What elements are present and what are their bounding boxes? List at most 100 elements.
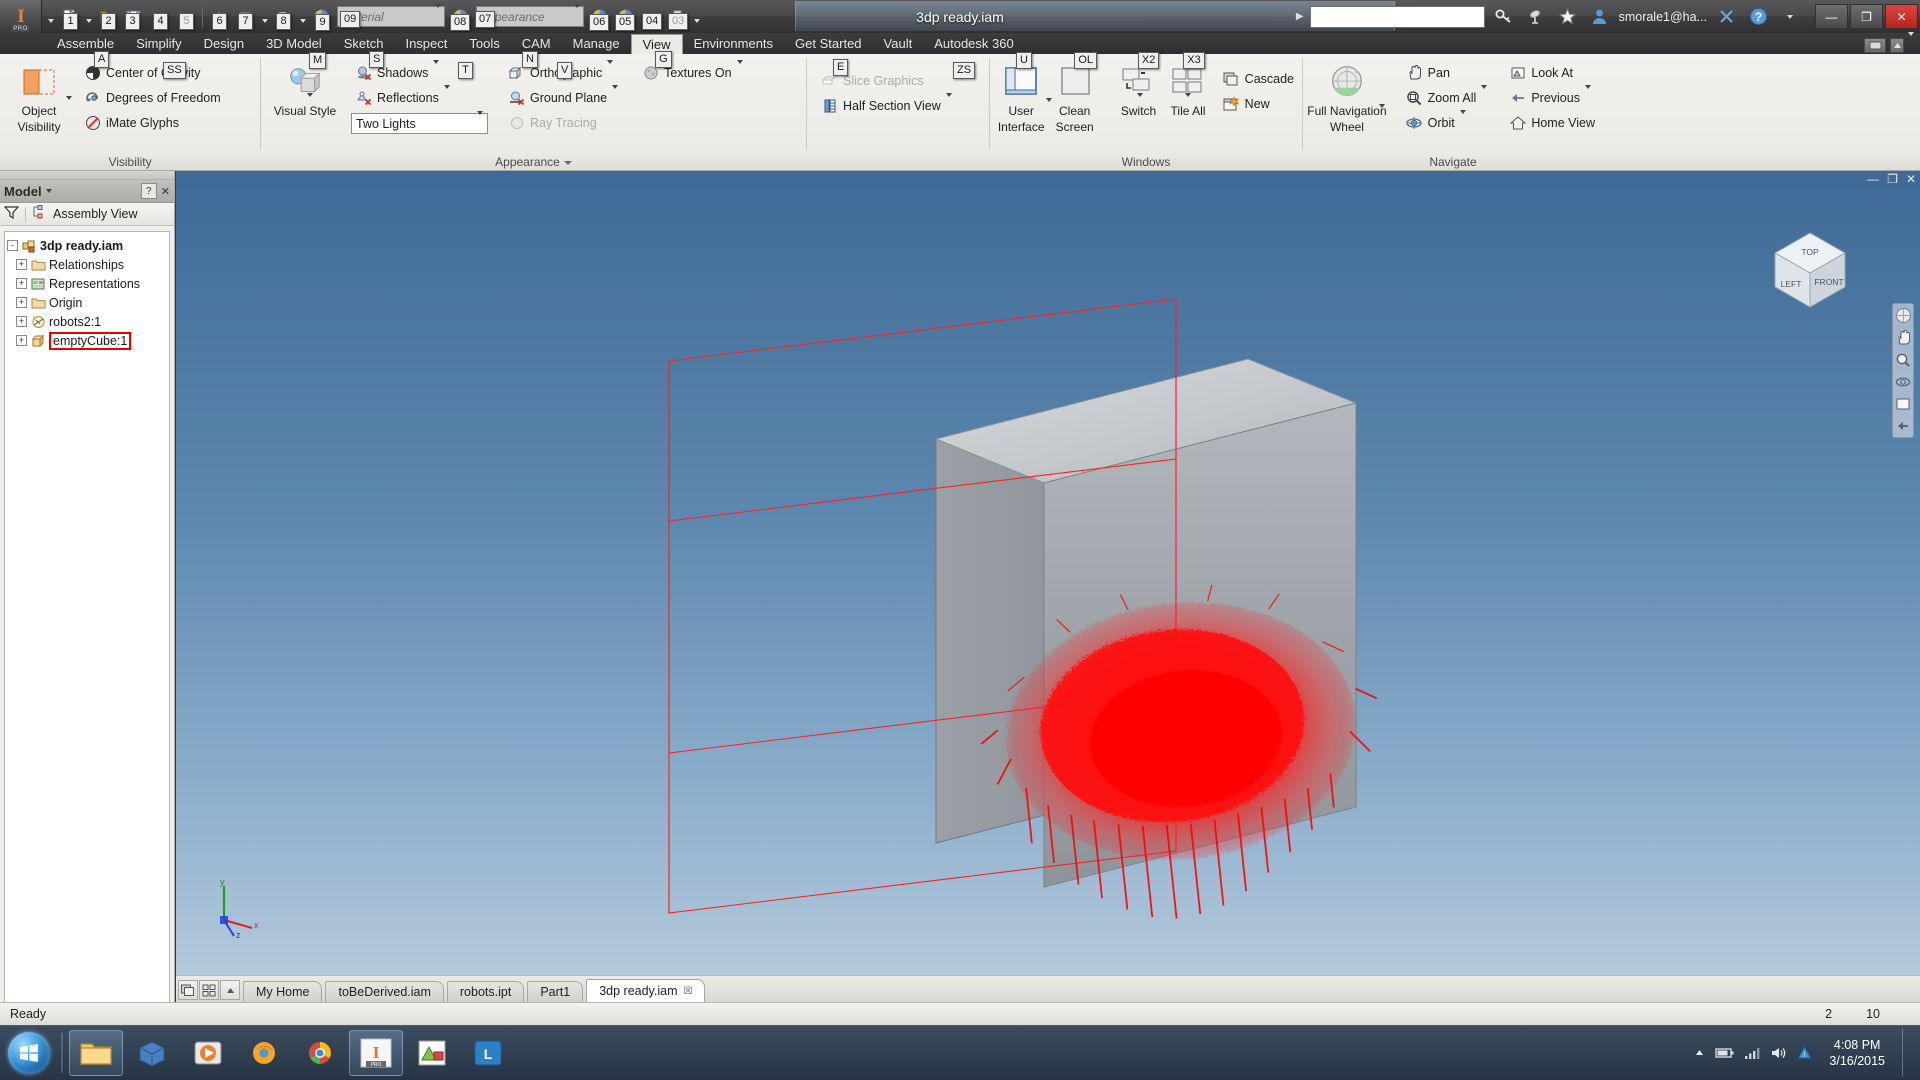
assembly-view-icon[interactable] <box>32 204 47 224</box>
tab-manage[interactable]: Manage <box>562 34 631 54</box>
communication-center-icon[interactable] <box>1523 4 1549 30</box>
orbit-button[interactable]: Orbit <box>1402 109 1492 134</box>
tab-inspect[interactable]: Inspect <box>394 34 458 54</box>
qat-undo-button[interactable]: 4 <box>147 4 172 30</box>
tab-simplify[interactable]: Simplify <box>125 34 193 54</box>
taskbar-item-inventor-professional[interactable]: I PRO <box>349 1030 403 1076</box>
doc-scroll-up-button[interactable] <box>220 980 240 1000</box>
nav-zoom-icon[interactable] <box>1894 351 1912 368</box>
network-icon[interactable] <box>1744 1046 1761 1060</box>
user-dropdown-icon[interactable] <box>1713 4 1739 30</box>
logo-dropdown-caret[interactable] <box>45 4 56 30</box>
taskbar-item-inventor-viewer[interactable] <box>125 1030 179 1076</box>
ground-plane-caret[interactable] <box>612 84 619 107</box>
tab-design[interactable]: Design <box>193 34 255 54</box>
textures-on-caret[interactable] <box>736 59 743 82</box>
ribbon-collapse-button[interactable] <box>1890 37 1904 53</box>
reflections-button[interactable]: Reflections <box>351 84 488 109</box>
maximize-button[interactable]: ❐ <box>1850 4 1883 29</box>
doc-tab-my-home[interactable]: My Home <box>243 981 323 1002</box>
pan-button[interactable]: Pan <box>1402 61 1492 84</box>
zoom-all-caret[interactable] <box>1481 84 1488 107</box>
imate-glyphs-button[interactable]: iMate Glyphs <box>80 111 225 134</box>
qat-save-button[interactable]: 3 <box>121 4 146 30</box>
tree-node-relationships[interactable]: + Relationships <box>7 255 167 274</box>
browser-drag-grip[interactable] <box>0 171 174 180</box>
navigation-bar[interactable] <box>1892 303 1914 438</box>
viewport-minimize-button[interactable]: — <box>1867 173 1879 185</box>
qat-material-caret[interactable] <box>297 4 308 30</box>
tree-node-representations[interactable]: + Representations <box>7 274 167 293</box>
qat-appearance2-button[interactable]: 08 <box>448 4 473 31</box>
shadows-caret[interactable] <box>433 59 440 82</box>
tab-vault[interactable]: Vault <box>873 34 924 54</box>
navigation-wheel-caret[interactable] <box>1378 104 1385 126</box>
sign-in-key-icon[interactable] <box>1491 4 1517 30</box>
textures-on-button[interactable]: Textures On G <box>638 51 746 84</box>
object-visibility-button[interactable]: Object Visibility <box>4 59 74 134</box>
taskbar-item-media-player[interactable] <box>181 1030 235 1076</box>
graphics-viewport[interactable]: — ❐ ✕ TOP LEFT FRONT y x z <box>176 171 1920 1015</box>
browser-close-icon[interactable]: ✕ <box>161 185 170 198</box>
ground-plane-button[interactable]: Ground Plane <box>504 84 622 109</box>
lighting-style-caret[interactable] <box>477 110 483 133</box>
browser-panel-caret[interactable] <box>45 189 52 193</box>
tab-get-started[interactable]: Get Started <box>784 34 872 54</box>
qat-redo-button[interactable]: 5 <box>173 4 198 30</box>
tree-expander-representations[interactable]: + <box>16 278 27 289</box>
qat-appearance4-button[interactable]: 05 <box>613 4 638 31</box>
tab-tools[interactable]: Tools <box>458 34 510 54</box>
doc-tab-robots[interactable]: robots.ipt <box>446 981 525 1002</box>
inventor-logo-button[interactable]: I PRO <box>0 0 42 33</box>
qat-new-caret[interactable] <box>83 4 94 30</box>
tree-expander-origin[interactable]: + <box>16 297 27 308</box>
browser-help-button[interactable]: ? <box>140 183 157 199</box>
taskbar-item-blue-app[interactable]: L <box>461 1030 515 1076</box>
half-section-view-caret[interactable] <box>945 92 952 115</box>
qat-return-button[interactable]: 6 <box>207 4 232 30</box>
nav-pan-icon[interactable] <box>1894 329 1912 346</box>
user-avatar[interactable] <box>1587 4 1613 30</box>
close-button[interactable]: ✕ <box>1885 4 1918 29</box>
minimize-button[interactable]: — <box>1815 4 1848 29</box>
object-visibility-caret[interactable] <box>66 96 72 118</box>
zoom-all-button[interactable]: Zoom All <box>1402 84 1492 109</box>
tree-node-assembly[interactable]: - 3dp ready.iam <box>7 236 167 255</box>
qat-update-caret[interactable] <box>259 4 270 30</box>
reflections-caret[interactable] <box>443 84 450 107</box>
doc-tab-close-icon[interactable]: ☒ <box>684 986 693 997</box>
qat-measure-button[interactable]: 03 <box>665 4 690 30</box>
orbit-caret[interactable] <box>1459 109 1466 132</box>
appearance-combo[interactable]: Appearance 07 <box>475 3 584 28</box>
visual-style-button[interactable]: Visual Style M <box>265 52 345 118</box>
title-overflow-arrow[interactable]: ▶ <box>1296 11 1304 22</box>
tab-assemble[interactable]: Assemble <box>46 34 125 54</box>
look-at-button[interactable]: Look At <box>1505 61 1599 84</box>
doc-tile-button[interactable] <box>199 980 219 1000</box>
doc-tab-part1[interactable]: Part1 <box>527 981 584 1002</box>
tree-expander-robots2[interactable]: + <box>16 316 27 327</box>
panel-appearance-expand-icon[interactable] <box>563 160 572 165</box>
assembly-view-label[interactable]: Assembly View <box>53 207 138 221</box>
tree-node-emptycube[interactable]: + emptyCube:1 <box>7 331 167 350</box>
qat-open-button[interactable]: 2 <box>95 4 120 30</box>
nav-full-navigation-wheel-icon[interactable] <box>1894 307 1912 324</box>
previous-view-caret[interactable] <box>1584 84 1591 107</box>
action-center-icon[interactable]: ! <box>1797 1046 1812 1060</box>
show-desktop-button[interactable] <box>1902 1029 1914 1077</box>
tree-node-robots2[interactable]: + robots2:1 <box>7 312 167 331</box>
tile-all-button[interactable]: Tile All X3 <box>1163 52 1212 118</box>
material-combo-arrow[interactable] <box>435 3 441 26</box>
browser-tree-container[interactable]: - 3dp ready.iam + Relationships + Repres… <box>4 231 170 1011</box>
ribbon-display-options-button[interactable] <box>1864 37 1886 53</box>
qat-new-button[interactable]: 1 <box>57 4 82 30</box>
doc-tab-tobederived[interactable]: toBeDerived.iam <box>325 981 444 1002</box>
nav-look-at-icon[interactable] <box>1894 395 1912 412</box>
ribbon-options-caret[interactable] <box>1908 32 1914 54</box>
qat-overflow-caret[interactable] <box>691 4 702 30</box>
viewport-restore-button[interactable]: ❐ <box>1887 173 1898 185</box>
nav-previous-view-icon[interactable] <box>1894 417 1912 434</box>
previous-view-button[interactable]: Previous <box>1505 84 1599 109</box>
qat-material-button[interactable]: 8 <box>271 4 296 30</box>
viewport-close-button[interactable]: ✕ <box>1906 173 1916 185</box>
